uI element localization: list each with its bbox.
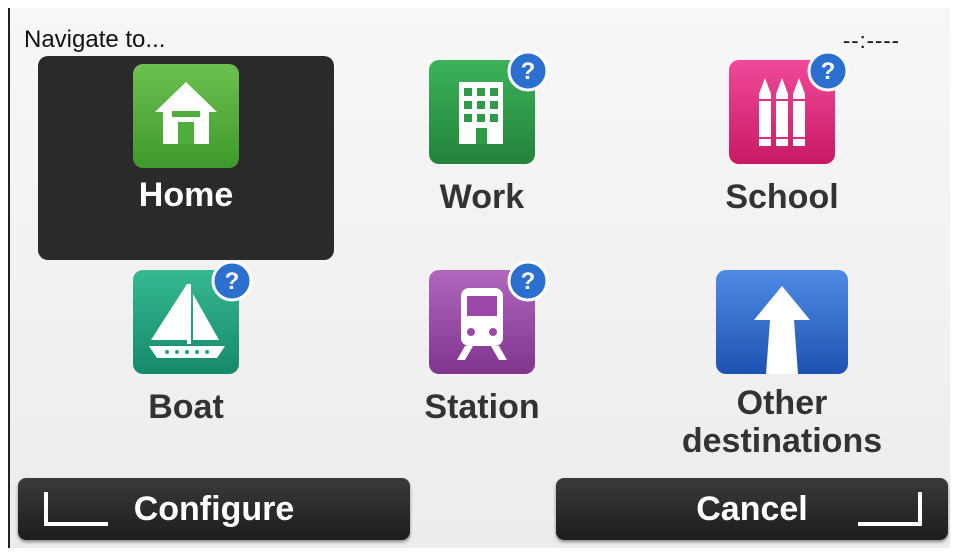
clock-display: --:----: [842, 28, 900, 53]
school-tile[interactable]: ? School: [634, 50, 930, 260]
work-tile[interactable]: ? Work: [334, 50, 630, 260]
home-label: Home: [138, 176, 234, 214]
navigation-screen: Navigate to... --:---- Home ? Work ? Sch…: [8, 8, 950, 548]
help-badge-icon: ?: [211, 260, 253, 302]
other-destinations-label-line2: destinations: [681, 422, 883, 460]
help-badge-icon: ?: [807, 50, 849, 92]
school-label: School: [725, 178, 839, 216]
svg-text:?: ?: [225, 268, 240, 295]
boat-tile[interactable]: ? Boat: [38, 260, 334, 430]
crayons-icon: ?: [729, 50, 849, 164]
help-badge-icon: ?: [507, 50, 549, 92]
help-badge-icon: ?: [507, 260, 549, 302]
work-label: Work: [439, 178, 525, 216]
sailboat-icon: ?: [133, 260, 253, 374]
svg-text:?: ?: [521, 58, 536, 85]
screen-title: Navigate to...: [24, 26, 166, 53]
home-icon: [133, 64, 239, 168]
right-bracket-icon: [858, 492, 922, 526]
arrow-up-icon: [716, 270, 848, 374]
svg-text:?: ?: [521, 268, 536, 295]
train-icon: ?: [429, 260, 549, 374]
cancel-button[interactable]: Cancel: [556, 478, 948, 540]
other-destinations-tile[interactable]: Other destinations: [634, 270, 930, 470]
other-destinations-label-line1: Other: [736, 384, 828, 422]
svg-text:?: ?: [821, 58, 836, 85]
station-tile[interactable]: ? Station: [334, 260, 630, 430]
configure-button[interactable]: Configure: [18, 478, 410, 540]
configure-label: Configure: [133, 490, 295, 528]
home-tile[interactable]: Home: [38, 56, 334, 260]
office-building-icon: ?: [429, 50, 549, 164]
station-label: Station: [424, 388, 540, 426]
boat-label: Boat: [148, 388, 224, 426]
